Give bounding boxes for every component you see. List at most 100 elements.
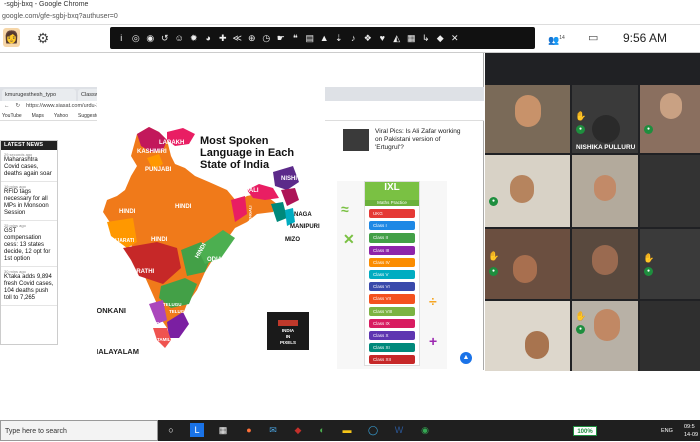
participant-tile[interactable]: [572, 155, 638, 227]
scroll-up-icon[interactable]: ▲: [460, 352, 472, 364]
toolbar-icon[interactable]: ◕: [201, 33, 216, 43]
toolbar-icon[interactable]: ▤: [303, 33, 318, 44]
toolbar-icon[interactable]: ✚: [216, 33, 231, 44]
firefox-icon[interactable]: ●: [242, 423, 256, 437]
map-label: TELUGU: [169, 309, 188, 314]
participant-tile[interactable]: ●: [485, 155, 570, 227]
participant-tile[interactable]: ✋ ● NISHIKA PULLURU: [572, 85, 638, 153]
ixl-class-button[interactable]: UKG: [369, 209, 415, 219]
mail-icon[interactable]: ✉: [266, 423, 280, 437]
extension-toolbar: i ◎ ◉ ↺ ☺ ✹ ◕ ✚ ≪ ⊕ ◷ ☛ ❝ ▤ ▲ ⇣ ♪ ❖ ♥ ◭ ▦ ↳ ◆ ✕: [110, 27, 535, 49]
participants-button[interactable]: 👥14: [548, 29, 572, 47]
toolbar-icon[interactable]: ◆: [433, 33, 448, 44]
chat-icon[interactable]: ▭: [588, 29, 606, 47]
ixl-class-button[interactable]: Class VII: [369, 294, 415, 304]
back-icon[interactable]: ←: [4, 101, 10, 112]
participant-tile[interactable]: [640, 301, 700, 371]
ixl-class-button[interactable]: Class VIII: [369, 306, 415, 316]
bookmark-item[interactable]: YouTube: [2, 112, 22, 120]
ixl-class-button[interactable]: Class XII: [369, 355, 415, 365]
battery-indicator[interactable]: 100%: [573, 426, 597, 436]
folder-icon[interactable]: ▬: [340, 423, 354, 437]
participant-tile[interactable]: ●: [640, 85, 700, 153]
ixl-class-button[interactable]: Class XI: [369, 343, 415, 353]
toolbar-icon[interactable]: ◎: [129, 33, 144, 44]
participant-tile[interactable]: [485, 85, 570, 153]
taskview-icon[interactable]: L: [190, 423, 204, 437]
toolbar-icon[interactable]: ◷: [259, 33, 274, 44]
ixl-class-button[interactable]: Class II: [369, 233, 415, 243]
toolbar-icon[interactable]: ↳: [419, 33, 434, 44]
address-bar[interactable]: google.com/gfe-sgbj-bxq?authuser=0: [0, 9, 700, 25]
reload-icon[interactable]: ↻: [16, 101, 21, 112]
tray-language[interactable]: ENG: [661, 428, 673, 434]
ixl-class-button[interactable]: Class V: [369, 269, 415, 280]
toolbar-icon[interactable]: ▦: [404, 33, 419, 44]
edge-icon[interactable]: ◯: [366, 423, 380, 437]
news-item[interactable]: 25 mins ago GST compensation cess: 13 sta…: [1, 221, 57, 267]
participant-tile[interactable]: ✋ ●: [640, 229, 700, 299]
participant-tile[interactable]: ✋ ●: [572, 301, 638, 371]
participant-tile[interactable]: [572, 229, 638, 299]
ixl-class-button[interactable]: Class I: [369, 221, 415, 231]
toolbar-icon[interactable]: ❖: [361, 33, 376, 44]
mic-icon: ●: [644, 267, 653, 276]
participant-tile[interactable]: [485, 301, 570, 371]
avatar[interactable]: 👩: [3, 28, 20, 47]
map-label: GUJARATI: [109, 238, 135, 244]
news-headline: K'taka adds 9,894 fresh Covid cases, 104…: [4, 274, 54, 301]
taskbar-search-input[interactable]: Type here to search: [0, 420, 158, 441]
toolbar-icon[interactable]: ◭: [390, 33, 405, 44]
toolbar-icon[interactable]: ♪: [346, 33, 361, 43]
toolbar-icon[interactable]: i: [114, 33, 129, 43]
system-tray: ENG 09:5 14-09: [600, 424, 700, 440]
news-headline: GST compensation cess: 13 states decide,…: [4, 228, 51, 262]
news-item[interactable]: 19 mins ago RFID tags necessary for all M…: [1, 182, 57, 221]
browser-tab[interactable]: kmurugesthesh_typo: [2, 89, 76, 101]
news-item[interactable]: 29 seconds ago Maharashtra Covid cases, d…: [1, 150, 57, 182]
ixl-class-button[interactable]: Class IX: [369, 318, 415, 328]
logo-text: IN: [285, 334, 291, 339]
toolbar-icon[interactable]: ▲: [317, 33, 332, 43]
participant-tile[interactable]: ✋ ●: [485, 229, 570, 299]
tray-time[interactable]: 09:5: [684, 424, 695, 430]
chrome-icon[interactable]: ◉: [418, 423, 432, 437]
ixl-class-button[interactable]: Class IV: [369, 257, 415, 267]
toolbar-icon[interactable]: ♥: [375, 33, 390, 43]
toolbar-icon[interactable]: ☛: [274, 33, 289, 44]
toolbar-icon[interactable]: ◉: [143, 33, 158, 44]
logo-text: PIXELS: [279, 340, 296, 345]
map-label: MIZO: [285, 237, 300, 243]
word-icon[interactable]: W: [392, 423, 406, 437]
toolbar-icon[interactable]: ↺: [158, 33, 173, 44]
toolbar-icon[interactable]: ≪: [230, 33, 245, 44]
ixl-class-button[interactable]: Class III: [369, 245, 415, 255]
files-icon[interactable]: ▦: [216, 423, 230, 437]
app-icon[interactable]: ◐: [315, 423, 329, 437]
toolbar-icon[interactable]: ⊕: [245, 33, 260, 44]
ixl-class-button[interactable]: Class X: [369, 330, 415, 341]
math-symbol-icon: ÷: [429, 293, 437, 309]
related-article[interactable]: Viral Pics: Is Ali Zafar working on Paki…: [343, 126, 463, 162]
security-icon[interactable]: ◆: [291, 423, 305, 437]
blank-area: [485, 371, 700, 420]
bookmark-item[interactable]: Maps: [32, 112, 44, 120]
toolbar-icon[interactable]: ✕: [448, 33, 463, 44]
ixl-class-button[interactable]: Class VI: [369, 282, 415, 292]
toolbar-icon[interactable]: ⇣: [332, 33, 347, 44]
window-title: -sgbj-bxq - Google Chrome: [0, 0, 700, 9]
raised-hand-icon: ✋: [643, 253, 655, 263]
toolbar-icon[interactable]: ☺: [172, 33, 187, 43]
map-label: KANNADA: [140, 321, 163, 326]
toolbar-icon[interactable]: ✹: [187, 33, 202, 44]
news-item[interactable]: 30 mins ago K'taka adds 9,894 fresh Covid…: [1, 267, 57, 306]
ixl-ad[interactable]: IXL Maths Practice UKG Class I Class II Cla…: [364, 181, 420, 366]
start-search-icon[interactable]: ○: [164, 423, 178, 437]
bookmark-item[interactable]: Yahoo: [54, 112, 68, 120]
map-label: BENGALI: [247, 205, 253, 224]
gear-icon[interactable]: ⚙: [34, 29, 52, 47]
participant-tile[interactable]: [640, 155, 700, 227]
toolbar-icon[interactable]: ❝: [288, 33, 303, 44]
india-in-pixels-logo: INDIA IN PIXELS: [267, 312, 309, 350]
raised-hand-icon: ✋: [488, 251, 500, 261]
